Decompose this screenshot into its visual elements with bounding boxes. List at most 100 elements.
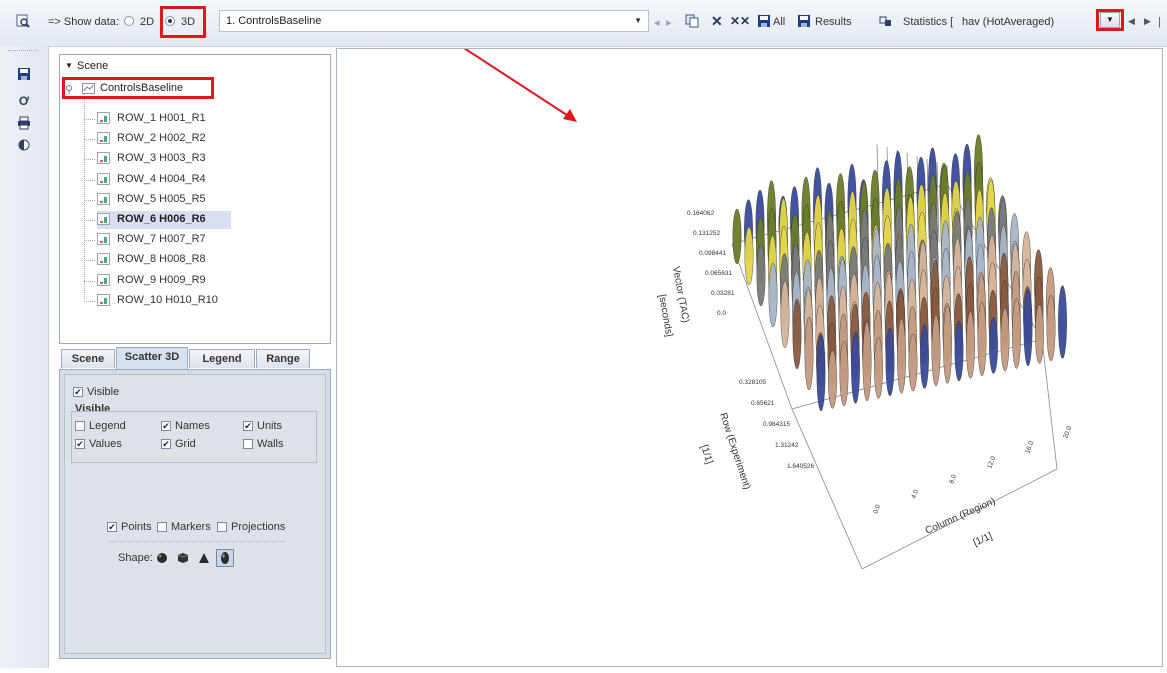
visible-group-box: [71, 411, 317, 463]
projections-checkbox[interactable]: [217, 522, 227, 532]
data-slice: [828, 350, 837, 409]
printer-icon[interactable]: [17, 116, 31, 130]
markers-checkbox-label: Markers: [171, 521, 211, 533]
projections-checkbox-label: Projections: [231, 521, 286, 533]
walls-checkbox[interactable]: [243, 439, 253, 449]
floppy-icon[interactable]: [757, 14, 771, 28]
data-slices: [732, 134, 1067, 412]
data-slice: [943, 305, 952, 384]
magnifier-icon[interactable]: [16, 14, 30, 28]
row-icon: [97, 253, 110, 266]
radio-2d-label: 2D: [140, 16, 155, 28]
data-slice: [920, 324, 929, 389]
expand-arrow-icon[interactable]: ▼: [65, 61, 73, 70]
col-axis-title: Column (Region): [924, 496, 998, 537]
grid-checkbox[interactable]: ✔: [161, 439, 171, 449]
col-tick-label: 20.0: [1062, 425, 1073, 440]
row-icon: [97, 112, 110, 124]
radio-2d[interactable]: [124, 16, 134, 26]
row-icon: [97, 213, 110, 225]
tree-row-label: ROW_5 H005_R5: [117, 192, 206, 205]
overflow-icon[interactable]: |: [1158, 16, 1161, 28]
data-slice: [931, 314, 941, 387]
pyramid-shape-icon[interactable]: [198, 552, 210, 564]
values-checkbox[interactable]: ✔: [75, 439, 85, 449]
col-tick-label: 16.0: [1024, 440, 1035, 455]
tab-range[interactable]: Range: [256, 349, 310, 368]
results-label[interactable]: Results: [815, 16, 852, 28]
tree-connector: [84, 280, 95, 282]
floppy-icon[interactable]: [797, 14, 811, 28]
drag-handle[interactable]: [8, 50, 38, 54]
tab-scatter-3d[interactable]: Scatter 3D: [116, 347, 188, 369]
legend-checkbox[interactable]: [75, 421, 85, 431]
plot-3d-view[interactable]: 0.164062 0.131252 0.098441 0.065631 0.03281 0…: [336, 48, 1163, 667]
contrast-icon[interactable]: [17, 138, 31, 152]
dataset-select-value: 1. ControlsBaseline: [226, 15, 322, 27]
points-checkbox[interactable]: ✔: [107, 522, 117, 532]
data-slice: [792, 298, 802, 370]
scatter-3d-plot[interactable]: 0.164062 0.131252 0.098441 0.065631 0.03281 0…: [337, 49, 1163, 667]
data-slice: [874, 337, 883, 399]
tree-connector: [84, 119, 95, 120]
tab-legend[interactable]: Legend: [189, 349, 255, 368]
data-slice: [862, 321, 872, 402]
prev-dataset-icon[interactable]: ◂: [654, 16, 660, 29]
row-icon: [97, 152, 110, 165]
z-tick-label: 0.0: [717, 310, 726, 317]
copy-icon[interactable]: [685, 14, 699, 28]
prev-icon[interactable]: ◀: [1128, 16, 1135, 27]
ellipsoid-shape-icon[interactable]: [216, 549, 234, 567]
markers-checkbox[interactable]: [157, 522, 167, 532]
row-icon: [97, 233, 110, 246]
dataset-select[interactable]: 1. ControlsBaseline ▼: [219, 10, 649, 32]
next-icon[interactable]: ▶: [1144, 16, 1151, 27]
z-tick-label: 0.131252: [693, 230, 720, 237]
tree-root-label[interactable]: Scene: [77, 60, 108, 72]
grid-line: [791, 408, 863, 570]
data-slice: [816, 334, 826, 412]
z-tick-label: 0.065631: [705, 270, 732, 277]
close-all-icon[interactable]: ✕✕: [730, 14, 750, 28]
row-tick-label: 1.640526: [787, 463, 814, 470]
tree-row-label: ROW_8 H008_R8: [117, 253, 206, 266]
save-all-label[interactable]: All: [773, 16, 785, 28]
units-checkbox[interactable]: ✔: [243, 421, 253, 431]
z-tick-label: 0.03281: [711, 290, 735, 297]
cube-shape-icon[interactable]: [177, 552, 189, 564]
row-icon: [97, 172, 110, 185]
next-dataset-icon[interactable]: ▸: [666, 16, 672, 29]
tree-row-label: ROW_9 H009_R9: [117, 273, 206, 286]
row-tick-label: 0.984315: [763, 421, 790, 428]
col-tick-label: 8.0: [948, 473, 958, 484]
names-checkbox[interactable]: ✔: [161, 421, 171, 431]
scatter-3d-inner: ✔ Visible Visible Legend ✔ Names ✔ Units…: [64, 374, 326, 654]
tree-row-item[interactable]: ROW_6 H006_R6: [84, 211, 231, 229]
row-axis-unit: [1/1]: [698, 444, 715, 466]
annotation-arrow: [463, 49, 577, 122]
visible-checkbox-label: Visible: [87, 386, 120, 398]
highlight-dataset-box: [62, 77, 214, 99]
close-icon[interactable]: ✕: [711, 13, 723, 30]
row-axis-title: Row (Experiment): [717, 412, 752, 492]
grid-checkbox-label: Grid: [175, 438, 196, 450]
legend-checkbox-label: Legend: [89, 420, 126, 432]
values-checkbox-label: Values: [89, 438, 122, 450]
scatter-3d-panel: ✔ Visible Visible Legend ✔ Names ✔ Units…: [59, 369, 331, 659]
reset-icon[interactable]: Ơ: [17, 94, 31, 108]
statistics-icon[interactable]: [879, 14, 893, 28]
data-slice: [908, 333, 918, 392]
tree-connector: [84, 139, 95, 141]
visible-checkbox[interactable]: ✔: [73, 387, 83, 397]
data-slice: [977, 301, 987, 377]
left-toolstrip: Ơ: [0, 46, 49, 668]
row-icon: [97, 192, 110, 205]
tab-scene[interactable]: Scene: [61, 349, 115, 368]
sphere-shape-icon[interactable]: [156, 552, 168, 564]
data-slice: [780, 280, 790, 349]
tree-connector: [84, 220, 95, 221]
row-tick-label: 0.65621: [751, 400, 775, 407]
floppy-icon[interactable]: [17, 67, 31, 81]
data-slice: [1046, 294, 1056, 362]
z-axis-unit: [seconds]: [656, 294, 674, 338]
